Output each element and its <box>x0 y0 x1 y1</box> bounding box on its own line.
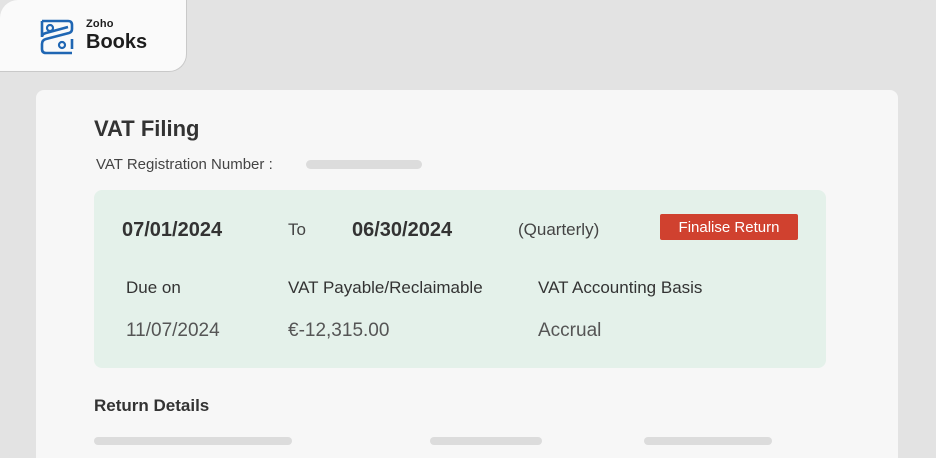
brand-wordmark: Zoho Books <box>86 18 148 53</box>
accounting-basis-label: VAT Accounting Basis <box>538 278 703 297</box>
accounting-basis-value: Accrual <box>538 320 602 341</box>
period-to-label: To <box>288 220 306 239</box>
return-details-title: Return Details <box>94 396 210 415</box>
vat-payable-label: VAT Payable/Reclaimable <box>288 278 483 297</box>
period-from-date: 07/01/2024 <box>122 219 223 241</box>
brand-name-text: Books <box>86 31 148 53</box>
due-on-value: 11/07/2024 <box>126 320 220 341</box>
vat-payable-value: €-12,315.00 <box>288 320 390 341</box>
app-frame: Zoho Books VAT Filing VAT Registration N… <box>0 0 936 458</box>
vat-registration-placeholder <box>306 160 422 169</box>
page-title: VAT Filing <box>94 116 200 141</box>
return-details-placeholder-bar <box>94 437 292 445</box>
return-details-placeholder-bar <box>644 437 772 445</box>
due-on-label: Due on <box>126 278 181 297</box>
period-to-date: 06/30/2024 <box>352 219 453 241</box>
return-details-placeholder-bar <box>430 437 542 445</box>
return-period-panel: 07/01/2024 To 06/30/2024 (Quarterly) Fin… <box>94 190 826 368</box>
brand-top-text: Zoho <box>86 18 114 30</box>
finalise-return-button[interactable]: Finalise Return <box>660 214 798 240</box>
vat-filing-card: VAT Filing VAT Registration Number : 07/… <box>36 90 898 458</box>
period-frequency: (Quarterly) <box>518 220 600 239</box>
vat-registration-label: VAT Registration Number : <box>96 156 273 173</box>
zoho-books-logo-icon <box>40 19 74 54</box>
brand-tab: Zoho Books <box>0 0 187 72</box>
